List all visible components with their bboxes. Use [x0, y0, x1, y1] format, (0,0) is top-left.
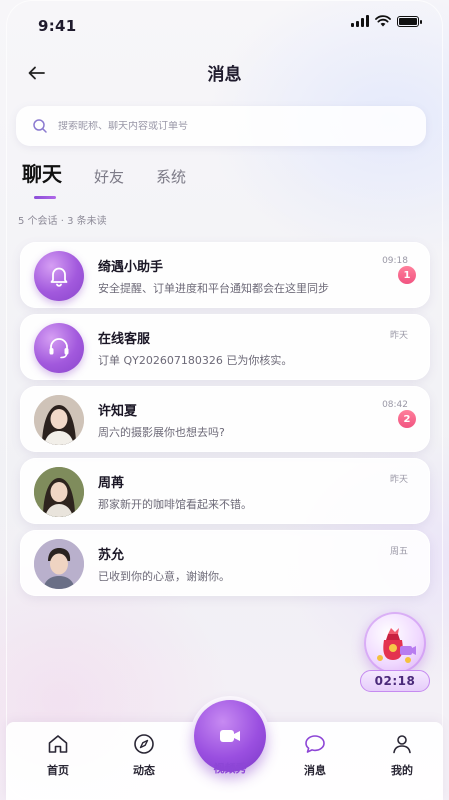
- tab-chat[interactable]: 聊天: [22, 158, 62, 199]
- tab-bar: 聊天 好友 系统: [22, 158, 186, 199]
- nav-video-label: 视频秀: [213, 762, 247, 775]
- conversation-item[interactable]: 绮遇小助手 安全提醒、订单进度和平台通知都会在这里同步 09:18 1: [20, 242, 430, 308]
- conversation-time: 周五: [389, 547, 408, 557]
- gift-bag-icon: [377, 628, 416, 663]
- support-avatar: [34, 323, 84, 373]
- conversation-name: 在线客服: [98, 332, 151, 347]
- conversation-time: 昨天: [389, 331, 408, 341]
- nav-moments[interactable]: 动态: [114, 732, 174, 778]
- search-bar[interactable]: [16, 106, 426, 146]
- bottom-nav: 首页 动态 视频秀 消息 我的: [6, 700, 443, 800]
- unread-badge: 2: [398, 410, 416, 428]
- status-bar: 9:41: [0, 0, 449, 44]
- nav-profile[interactable]: 我的: [372, 732, 432, 778]
- tab-system[interactable]: 系统: [156, 166, 186, 197]
- bell-icon: [50, 267, 68, 287]
- conversation-preview: 订单 QY202607180326 已为你核实。: [98, 354, 293, 367]
- floating-gift-widget[interactable]: 02:18: [358, 612, 432, 696]
- nav-home[interactable]: 首页: [28, 732, 88, 778]
- conversation-preview: 已收到你的心意，谢谢你。: [98, 570, 230, 583]
- signal-icon: [351, 15, 369, 27]
- user-photo-avatar: [34, 467, 84, 517]
- countdown-timer: 02:18: [360, 670, 430, 692]
- conversation-item[interactable]: 苏允 已收到你的心意，谢谢你。 周五: [20, 530, 430, 596]
- conversation-summary: 5 个会话 · 3 条未读: [18, 216, 107, 227]
- conversation-name: 苏允: [98, 548, 125, 563]
- search-input[interactable]: [58, 120, 378, 132]
- nav-moments-label: 动态: [133, 764, 155, 777]
- conversation-time: 昨天: [389, 475, 408, 485]
- unread-badge: 1: [398, 266, 416, 284]
- nav-messages[interactable]: 消息: [285, 732, 345, 778]
- assistant-avatar: [34, 251, 84, 301]
- nav-home-label: 首页: [47, 764, 69, 777]
- compass-icon: [134, 734, 154, 754]
- conversation-item[interactable]: 在线客服 订单 QY202607180326 已为你核实。 昨天: [20, 314, 430, 380]
- conversation-item[interactable]: 周苒 那家新开的咖啡馆看起来不错。 昨天: [20, 458, 430, 524]
- user-avatar: [34, 467, 84, 517]
- conversation-name: 周苒: [98, 476, 125, 491]
- nav-profile-label: 我的: [391, 764, 413, 777]
- user-avatar: [34, 395, 84, 445]
- home-icon: [48, 735, 68, 753]
- video-camera-icon: [220, 730, 240, 742]
- headset-icon: [49, 338, 69, 359]
- gift-bubble[interactable]: [364, 612, 426, 674]
- conversation-name: 许知夏: [98, 404, 138, 419]
- header: 消息: [0, 52, 449, 92]
- status-time: 9:41: [38, 17, 77, 35]
- search-icon: [33, 119, 47, 133]
- conversation-time: 09:18: [382, 256, 408, 266]
- user-icon: [393, 735, 411, 754]
- user-avatar: [34, 539, 84, 589]
- conversation-item[interactable]: 许知夏 周六的摄影展你也想去吗? 08:42 2: [20, 386, 430, 452]
- wifi-icon: [375, 15, 391, 27]
- chat-bubble-icon: [305, 735, 325, 753]
- conversation-time: 08:42: [382, 400, 408, 410]
- nav-messages-label: 消息: [304, 764, 326, 777]
- status-icons: [351, 15, 422, 27]
- user-photo-avatar: [34, 539, 84, 589]
- page-title: 消息: [207, 65, 242, 85]
- tab-friends[interactable]: 好友: [94, 166, 124, 197]
- battery-icon: [397, 15, 422, 27]
- conversation-preview: 那家新开的咖啡馆看起来不错。: [98, 498, 252, 511]
- conversation-name: 绮遇小助手: [98, 260, 164, 275]
- conversation-preview: 安全提醒、订单进度和平台通知都会在这里同步: [98, 282, 329, 295]
- user-photo-avatar: [34, 395, 84, 445]
- conversation-preview: 周六的摄影展你也想去吗?: [98, 426, 225, 439]
